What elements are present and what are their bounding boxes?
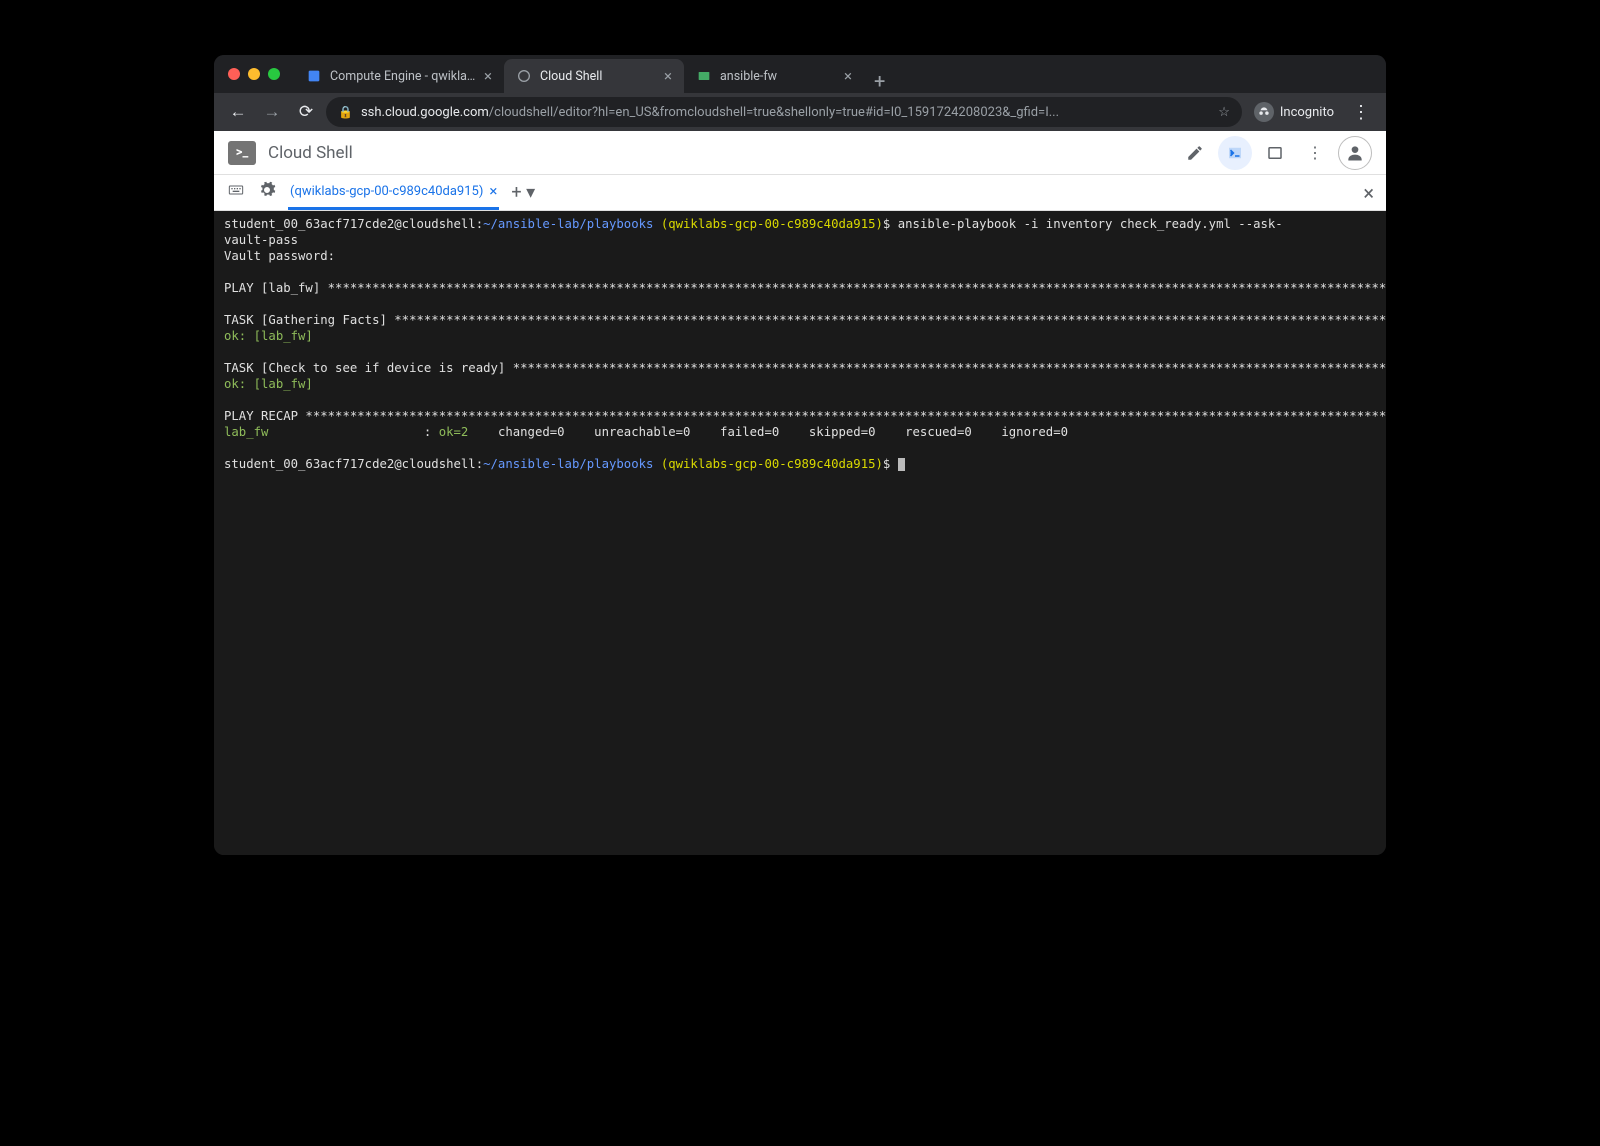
browser-menu-button[interactable]: ⋮ <box>1346 102 1376 123</box>
open-window-button[interactable] <box>1258 136 1292 170</box>
address-bar: ← → ⟳ 🔒 ssh.cloud.google.com/cloudshell/… <box>214 93 1386 131</box>
tab-ansible-fw[interactable]: ansible-fw × <box>684 59 864 93</box>
task2-result: ok: [lab_fw] <box>224 377 313 391</box>
prompt-project: (qwiklabs-gcp-00-c989c40da915) <box>661 217 883 231</box>
browser-window: Compute Engine - qwiklabs-gc × Cloud She… <box>214 55 1386 855</box>
terminal-output[interactable]: student_00_63acf717cde2@cloudshell:~/ans… <box>214 211 1386 855</box>
close-window-button[interactable] <box>228 68 240 80</box>
prompt-user: student_00_63acf717cde2@cloudshell <box>224 457 476 471</box>
more-menu-button[interactable]: ⋮ <box>1298 136 1332 170</box>
vault-prompt: Vault password: <box>224 249 335 263</box>
recap-host: lab_fw <box>224 425 268 439</box>
incognito-icon <box>1254 102 1274 122</box>
titlebar: Compute Engine - qwiklabs-gc × Cloud She… <box>214 55 1386 93</box>
tab-label: Cloud Shell <box>540 69 656 84</box>
cloud-shell-icon <box>516 68 532 84</box>
lock-icon: 🔒 <box>338 105 353 119</box>
keyboard-icon[interactable] <box>226 182 246 203</box>
url-text: ssh.cloud.google.com/cloudshell/editor?h… <box>361 105 1210 120</box>
prompt-path: ~/ansible-lab/playbooks <box>483 457 653 471</box>
terminal-tab-label: (qwiklabs-gcp-00-c989c40da915) <box>290 184 483 199</box>
cloudshell-actions: ⋮ <box>1178 136 1372 170</box>
recap-header: PLAY RECAP *****************************… <box>224 409 1386 423</box>
back-button[interactable]: ← <box>224 98 252 126</box>
forward-button[interactable]: → <box>258 98 286 126</box>
prompt-path: ~/ansible-lab/playbooks <box>483 217 653 231</box>
add-terminal-button[interactable]: + ▾ <box>511 182 535 203</box>
tab-label: Compute Engine - qwiklabs-gc <box>330 69 476 84</box>
page-title: Cloud Shell <box>268 143 1166 163</box>
palo-alto-icon <box>696 68 712 84</box>
recap-ok: ok=2 <box>439 425 469 439</box>
tab-compute-engine[interactable]: Compute Engine - qwiklabs-gc × <box>294 59 504 93</box>
close-tab-icon[interactable]: × <box>484 67 492 85</box>
incognito-label: Incognito <box>1280 105 1334 120</box>
close-tab-icon[interactable]: × <box>844 67 852 85</box>
cloudshell-logo-icon: >_ <box>228 141 256 165</box>
reload-button[interactable]: ⟳ <box>292 98 320 126</box>
close-terminal-tab-icon[interactable]: × <box>489 182 497 200</box>
play-header: PLAY [lab_fw] **************************… <box>224 281 1386 295</box>
tab-label: ansible-fw <box>720 69 836 84</box>
minimize-window-button[interactable] <box>248 68 260 80</box>
close-tab-icon[interactable]: × <box>664 67 672 85</box>
gear-icon[interactable] <box>258 181 276 204</box>
cursor <box>898 458 905 471</box>
tab-strip: Compute Engine - qwiklabs-gc × Cloud She… <box>294 55 895 93</box>
terminal-tab-bar: (qwiklabs-gcp-00-c989c40da915) × + ▾ × <box>214 175 1386 211</box>
open-terminal-button[interactable] <box>1218 136 1252 170</box>
close-panel-button[interactable]: × <box>1363 181 1374 205</box>
window-controls <box>228 68 280 80</box>
new-tab-button[interactable]: + <box>864 69 895 93</box>
maximize-window-button[interactable] <box>268 68 280 80</box>
account-avatar[interactable] <box>1338 136 1372 170</box>
gcp-icon <box>306 68 322 84</box>
tab-cloud-shell[interactable]: Cloud Shell × <box>504 59 684 93</box>
terminal-session-tab[interactable]: (qwiklabs-gcp-00-c989c40da915) × <box>288 175 499 210</box>
edit-button[interactable] <box>1178 136 1212 170</box>
incognito-indicator[interactable]: Incognito <box>1248 102 1340 122</box>
bookmark-star-icon[interactable]: ☆ <box>1218 105 1230 120</box>
task1-header: TASK [Gathering Facts] *****************… <box>224 313 1386 327</box>
prompt-project: (qwiklabs-gcp-00-c989c40da915) <box>661 457 883 471</box>
prompt-user: student_00_63acf717cde2@cloudshell <box>224 217 476 231</box>
url-input[interactable]: 🔒 ssh.cloud.google.com/cloudshell/editor… <box>326 97 1242 127</box>
cloudshell-header: >_ Cloud Shell ⋮ <box>214 131 1386 175</box>
task2-header: TASK [Check to see if device is ready] *… <box>224 361 1386 375</box>
recap-stats: changed=0 unreachable=0 failed=0 skipped… <box>468 425 1068 439</box>
task1-result: ok: [lab_fw] <box>224 329 313 343</box>
